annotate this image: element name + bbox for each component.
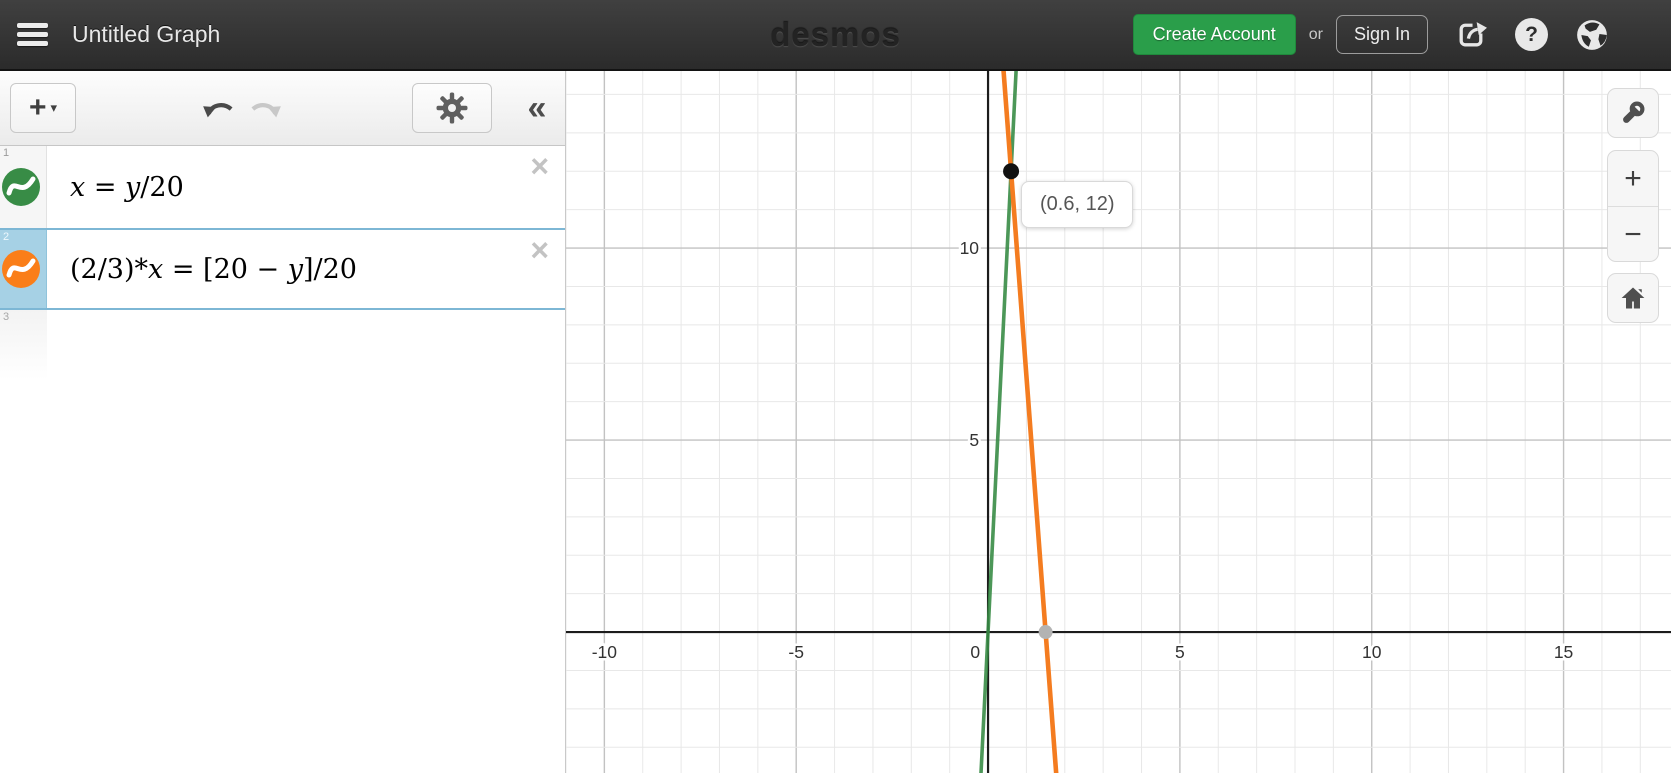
expression-panel: + ▾ « 1 x = y/20 × 2 (2/3)*x = [20 − y]/… [0, 71, 566, 773]
or-label: or [1308, 25, 1323, 43]
wrench-icon [1623, 101, 1645, 123]
svg-text:5: 5 [1175, 642, 1185, 662]
hamburger-icon [17, 23, 48, 28]
delete-expression-1-button[interactable]: × [530, 150, 549, 182]
graph-title: Untitled Graph [72, 21, 221, 47]
globe-icon [1577, 19, 1607, 50]
svg-text:10: 10 [1362, 642, 1382, 662]
home-icon [1621, 287, 1645, 309]
chevron-down-icon: ▾ [50, 100, 58, 115]
sign-in-button[interactable]: Sign In [1335, 15, 1428, 54]
redo-button[interactable] [242, 95, 288, 123]
expression-row-3-empty[interactable]: 3 [0, 310, 47, 380]
add-expression-button[interactable]: + ▾ [10, 83, 76, 133]
redo-icon [251, 102, 281, 117]
graph-settings-wrench-button[interactable] [1607, 88, 1659, 138]
expression-2-math: (2/3)*x = [20 − y]/20 [70, 253, 357, 285]
header-actions: Create Account or Sign In ? [1132, 14, 1609, 55]
svg-text:5: 5 [969, 430, 979, 450]
point-tooltip: (0.6, 12) [1021, 181, 1134, 228]
delete-expression-2-button[interactable]: × [530, 234, 549, 266]
zoom-in-button[interactable]: + [1608, 151, 1658, 207]
expression-1-icon-cell[interactable]: 1 [0, 146, 47, 228]
plus-icon: + [28, 91, 47, 124]
desmos-app: Untitled Graph desmos Create Account or … [0, 0, 1671, 773]
expression-1-input[interactable]: x = y/20 [48, 146, 565, 228]
curve-color-icon-green [2, 168, 40, 206]
language-button[interactable] [1575, 18, 1609, 52]
desmos-logo: desmos [770, 15, 901, 53]
share-button[interactable] [1455, 18, 1488, 51]
header-bar: Untitled Graph desmos Create Account or … [0, 0, 1671, 71]
svg-text:0: 0 [970, 642, 980, 662]
curve-color-icon-orange [2, 250, 40, 288]
close-icon: × [530, 148, 549, 184]
graph-settings-button[interactable] [412, 83, 492, 133]
row-number: 1 [3, 147, 10, 159]
undo-icon [203, 102, 233, 117]
graph-svg[interactable]: -10 -5 0 5 10 15 5 10 [566, 71, 1671, 773]
zoom-controls: + − [1607, 150, 1659, 262]
svg-text:-5: -5 [788, 642, 804, 662]
svg-text:-10: -10 [592, 642, 618, 662]
create-account-button[interactable]: Create Account [1132, 14, 1296, 55]
undo-button[interactable] [196, 95, 242, 123]
expression-2-input[interactable]: (2/3)*x = [20 − y]/20 [48, 230, 565, 308]
help-button[interactable]: ? [1515, 18, 1548, 51]
row-number: 2 [3, 231, 10, 243]
graph-area: -10 -5 0 5 10 15 5 10 (0.6, 12) + − [566, 71, 1671, 773]
menu-button[interactable] [15, 13, 50, 56]
expression-1-math: x = y/20 [70, 171, 184, 203]
zoom-out-button[interactable]: − [1608, 207, 1658, 263]
expression-2-icon-cell[interactable]: 2 [0, 230, 47, 308]
double-chevron-left-icon: « [527, 89, 547, 127]
history-controls [196, 71, 288, 146]
plus-icon: + [1624, 161, 1642, 195]
default-viewport-button[interactable] [1607, 273, 1659, 323]
close-icon: × [530, 232, 549, 268]
svg-text:15: 15 [1554, 642, 1573, 662]
gear-icon [436, 92, 468, 124]
collapse-panel-button[interactable]: « [516, 71, 558, 146]
expression-toolbar: + ▾ « [0, 71, 565, 146]
minus-icon: − [1624, 218, 1642, 251]
expression-row-2-selected[interactable]: 2 (2/3)*x = [20 − y]/20 × [0, 228, 565, 310]
svg-text:10: 10 [960, 238, 980, 258]
share-icon [1459, 22, 1487, 47]
expression-row-1[interactable]: 1 x = y/20 × [0, 146, 565, 228]
question-mark-icon: ? [1515, 18, 1548, 51]
row-number: 3 [3, 311, 10, 323]
